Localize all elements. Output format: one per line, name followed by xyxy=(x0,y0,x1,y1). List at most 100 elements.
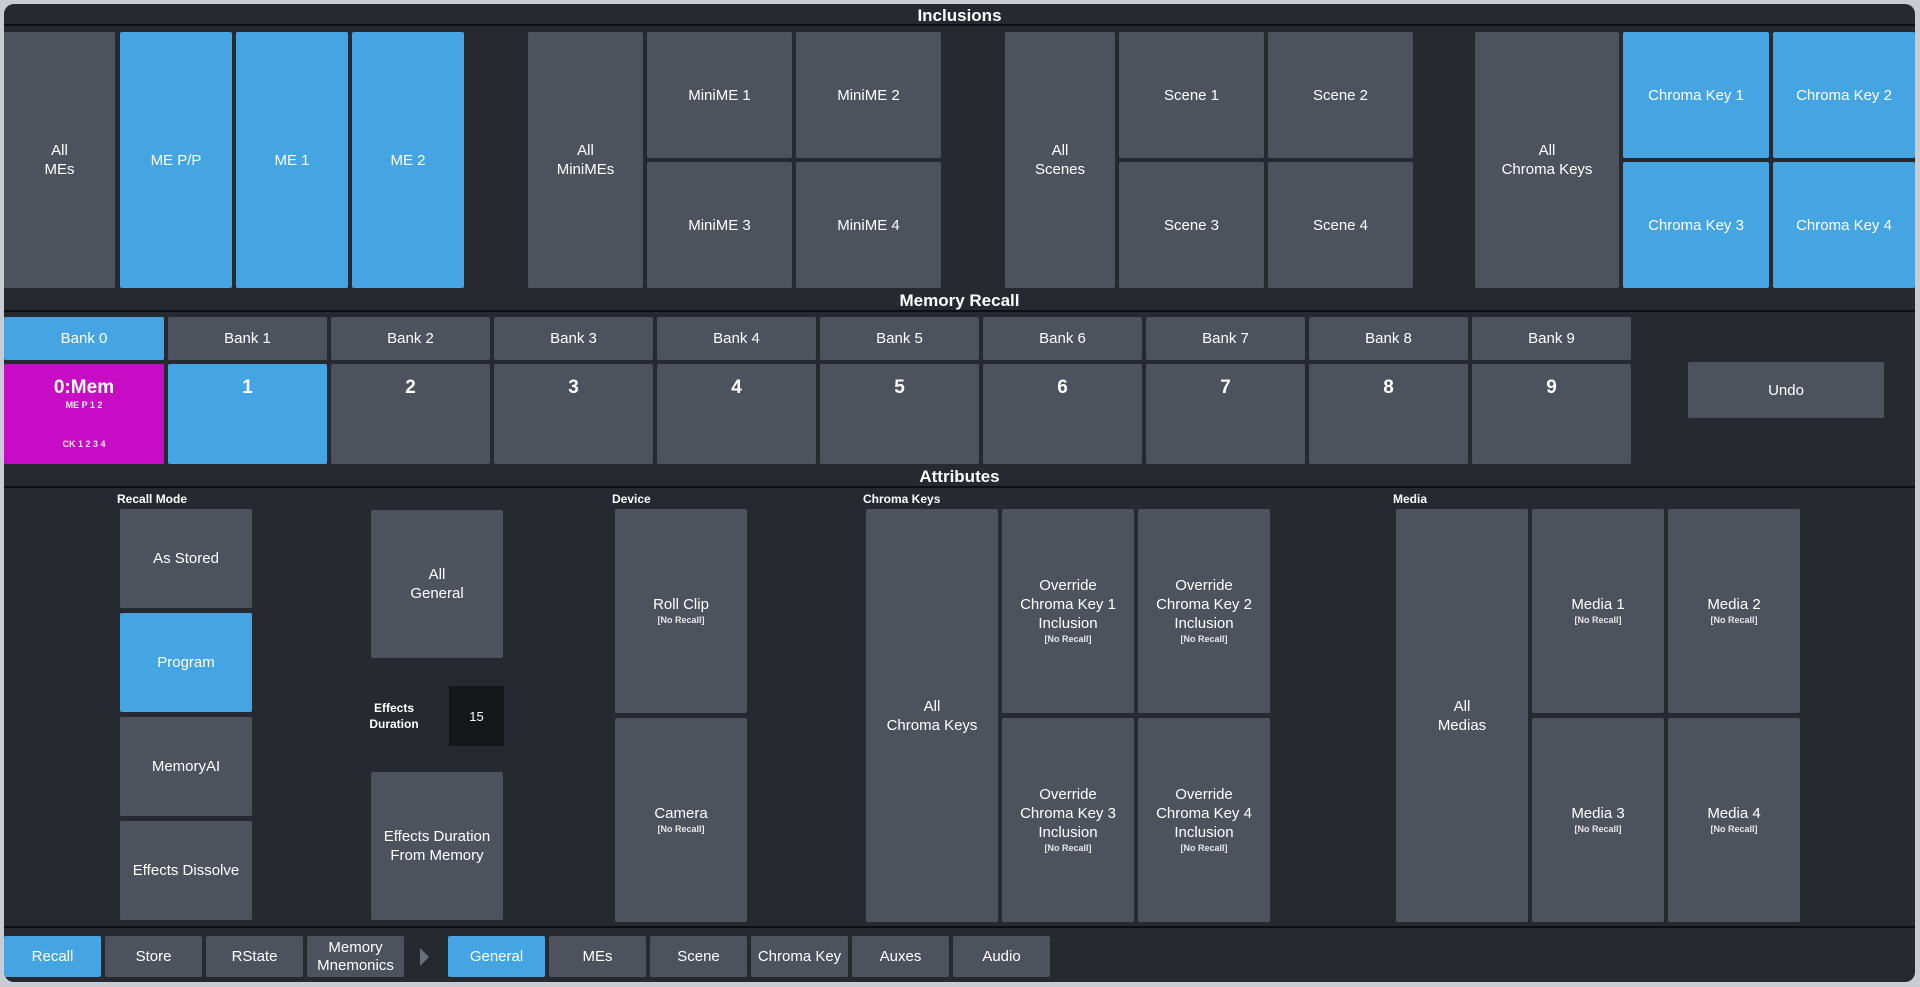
memory-slot-4-button[interactable]: 4 xyxy=(657,364,816,464)
camera-status: [No Recall] xyxy=(657,824,705,834)
override-chroma-key-3-button[interactable]: Override Chroma Key 3 Inclusion [No Reca… xyxy=(1002,718,1134,922)
bank-4-button[interactable]: Bank 4 xyxy=(657,317,816,360)
all-chroma-keys-attr-button[interactable]: All Chroma Keys xyxy=(866,509,998,922)
chroma-key-1-button[interactable]: Chroma Key 1 xyxy=(1623,32,1769,158)
scene-4-button[interactable]: Scene 4 xyxy=(1268,162,1413,288)
media-3-status: [No Recall] xyxy=(1574,824,1622,834)
effects-duration-from-memory-button[interactable]: Effects Duration From Memory xyxy=(371,772,503,920)
bank-2-button[interactable]: Bank 2 xyxy=(331,317,490,360)
bank-6-button[interactable]: Bank 6 xyxy=(983,317,1142,360)
bank-7-button[interactable]: Bank 7 xyxy=(1146,317,1305,360)
memory-slot-1-label: 1 xyxy=(242,377,253,398)
memory-slot-4-label: 4 xyxy=(731,377,742,398)
memory-slot-0-chroma: CK 1 2 3 4 xyxy=(62,439,106,449)
memory-slot-7-label: 7 xyxy=(1220,377,1231,398)
recall-mode-effects-dissolve-button[interactable]: Effects Dissolve xyxy=(120,821,252,920)
tab-scene[interactable]: Scene xyxy=(650,936,747,977)
minime-1-button[interactable]: MiniME 1 xyxy=(647,32,792,158)
override-chroma-key-1-label: Override Chroma Key 1 Inclusion xyxy=(1020,577,1116,632)
memory-slot-2-button[interactable]: 2 xyxy=(331,364,490,464)
memory-slot-6-label: 6 xyxy=(1057,377,1068,398)
roll-clip-label: Roll Clip xyxy=(653,596,709,613)
tab-general[interactable]: General xyxy=(448,936,545,977)
minime-2-button[interactable]: MiniME 2 xyxy=(796,32,941,158)
me-pp-button[interactable]: ME P/P xyxy=(120,32,232,288)
override-chroma-key-2-button[interactable]: Override Chroma Key 2 Inclusion [No Reca… xyxy=(1138,509,1270,713)
recall-mode-label: Recall Mode xyxy=(117,492,188,506)
recall-mode-program-button[interactable]: Program xyxy=(120,613,252,712)
bank-9-button[interactable]: Bank 9 xyxy=(1472,317,1631,360)
memory-recall-title: Memory Recall xyxy=(899,291,1020,310)
section-divider xyxy=(4,24,1915,26)
recall-mode-memoryai-button[interactable]: MemoryAI xyxy=(120,717,252,816)
tab-recall[interactable]: Recall xyxy=(4,936,101,977)
memory-slot-5-button[interactable]: 5 xyxy=(820,364,979,464)
scene-1-button[interactable]: Scene 1 xyxy=(1119,32,1264,158)
tab-mes[interactable]: MEs xyxy=(549,936,646,977)
bank-0-button[interactable]: Bank 0 xyxy=(4,317,164,360)
tab-auxes[interactable]: Auxes xyxy=(852,936,949,977)
media-1-label: Media 1 xyxy=(1571,596,1625,613)
minime-4-button[interactable]: MiniME 4 xyxy=(796,162,941,288)
all-mes-button[interactable]: All MEs xyxy=(4,32,115,288)
chevron-right-icon xyxy=(420,948,429,966)
all-general-button[interactable]: All General xyxy=(371,510,503,658)
device-label: Device xyxy=(612,492,651,506)
chroma-key-4-button[interactable]: Chroma Key 4 xyxy=(1773,162,1915,288)
bank-3-button[interactable]: Bank 3 xyxy=(494,317,653,360)
effects-duration-input[interactable]: 15 xyxy=(449,686,504,746)
section-divider xyxy=(4,486,1915,488)
memory-slot-2-label: 2 xyxy=(405,377,416,398)
override-chroma-key-4-label: Override Chroma Key 4 Inclusion xyxy=(1156,786,1252,841)
tab-rstate[interactable]: RState xyxy=(206,936,303,977)
all-medias-button[interactable]: All Medias xyxy=(1396,509,1528,922)
media-4-status: [No Recall] xyxy=(1710,824,1758,834)
memory-slot-8-button[interactable]: 8 xyxy=(1309,364,1468,464)
memory-slot-1-button[interactable]: 1 xyxy=(168,364,327,464)
tab-chroma-key[interactable]: Chroma Key xyxy=(751,936,848,977)
minime-3-button[interactable]: MiniME 3 xyxy=(647,162,792,288)
memory-slot-8-label: 8 xyxy=(1383,377,1394,398)
media-2-button[interactable]: Media 2 [No Recall] xyxy=(1668,509,1800,713)
media-1-status: [No Recall] xyxy=(1574,615,1622,625)
section-divider xyxy=(4,926,1915,928)
me-2-button[interactable]: ME 2 xyxy=(352,32,464,288)
override-chroma-key-2-status: [No Recall] xyxy=(1180,634,1228,644)
recall-mode-as-stored-button[interactable]: As Stored xyxy=(120,509,252,608)
memory-slot-9-button[interactable]: 9 xyxy=(1472,364,1631,464)
camera-button[interactable]: Camera [No Recall] xyxy=(615,718,747,922)
bank-5-button[interactable]: Bank 5 xyxy=(820,317,979,360)
undo-button[interactable]: Undo xyxy=(1688,362,1884,418)
override-chroma-key-1-button[interactable]: Override Chroma Key 1 Inclusion [No Reca… xyxy=(1002,509,1134,713)
tab-memory-mnemonics[interactable]: Memory Mnemonics xyxy=(307,936,404,977)
chroma-keys-label: Chroma Keys xyxy=(863,492,941,506)
override-chroma-key-4-button[interactable]: Override Chroma Key 4 Inclusion [No Reca… xyxy=(1138,718,1270,922)
memory-slot-5-label: 5 xyxy=(894,377,905,398)
chroma-key-3-button[interactable]: Chroma Key 3 xyxy=(1623,162,1769,288)
scene-3-button[interactable]: Scene 3 xyxy=(1119,162,1264,288)
inclusions-title: Inclusions xyxy=(917,6,1002,25)
all-chroma-keys-button[interactable]: All Chroma Keys xyxy=(1475,32,1619,288)
media-4-button[interactable]: Media 4 [No Recall] xyxy=(1668,718,1800,922)
roll-clip-button[interactable]: Roll Clip [No Recall] xyxy=(615,509,747,713)
tab-audio[interactable]: Audio xyxy=(953,936,1050,977)
memory-slot-6-button[interactable]: 6 xyxy=(983,364,1142,464)
media-2-label: Media 2 xyxy=(1707,596,1761,613)
all-scenes-button[interactable]: All Scenes xyxy=(1005,32,1115,288)
override-chroma-key-3-status: [No Recall] xyxy=(1044,843,1092,853)
memory-slot-7-button[interactable]: 7 xyxy=(1146,364,1305,464)
bank-1-button[interactable]: Bank 1 xyxy=(168,317,327,360)
me-1-button[interactable]: ME 1 xyxy=(236,32,348,288)
media-2-status: [No Recall] xyxy=(1710,615,1758,625)
chroma-key-2-button[interactable]: Chroma Key 2 xyxy=(1773,32,1915,158)
scene-2-button[interactable]: Scene 2 xyxy=(1268,32,1413,158)
media-label: Media xyxy=(1393,492,1428,506)
tab-store[interactable]: Store xyxy=(105,936,202,977)
media-3-button[interactable]: Media 3 [No Recall] xyxy=(1532,718,1664,922)
memory-slot-0-button[interactable]: 0:Mem ME P 1 2 CK 1 2 3 4 xyxy=(4,364,164,464)
bank-8-button[interactable]: Bank 8 xyxy=(1309,317,1468,360)
override-chroma-key-1-status: [No Recall] xyxy=(1044,634,1092,644)
memory-slot-3-button[interactable]: 3 xyxy=(494,364,653,464)
media-1-button[interactable]: Media 1 [No Recall] xyxy=(1532,509,1664,713)
all-minimes-button[interactable]: All MiniMEs xyxy=(528,32,643,288)
